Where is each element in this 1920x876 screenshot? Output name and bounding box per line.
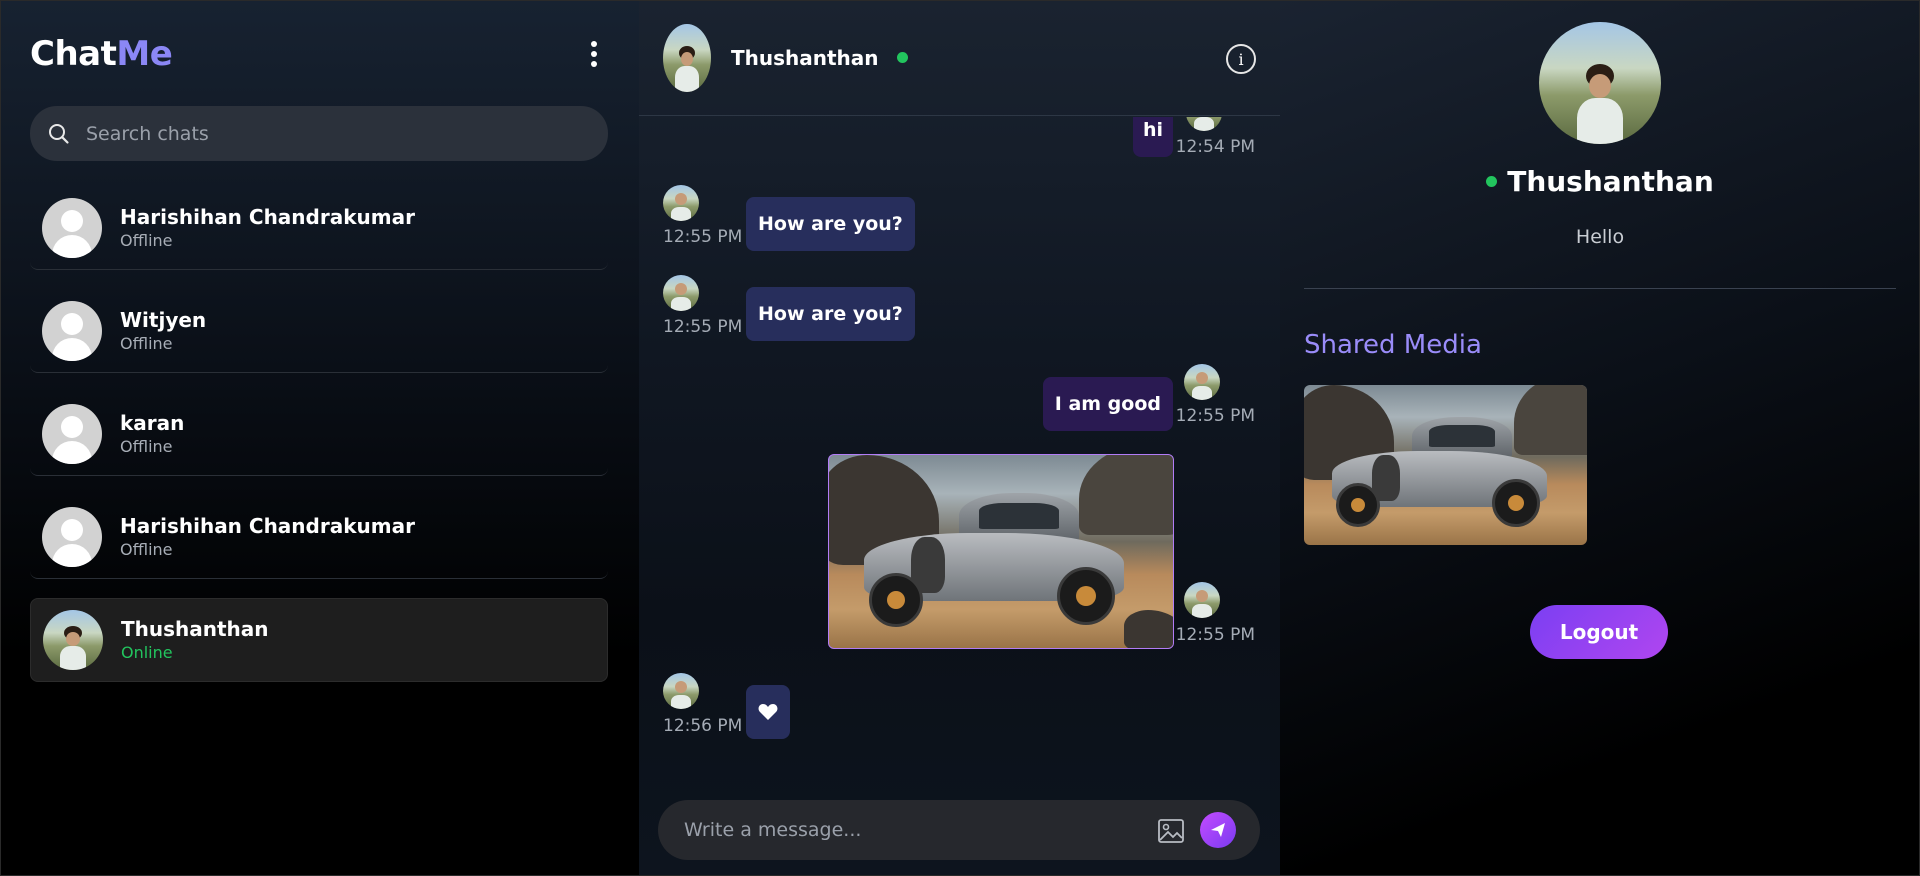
- sender-avatar: [1184, 364, 1220, 400]
- message-time: 12:56 PM: [663, 716, 743, 736]
- sender-avatar: [1186, 117, 1222, 131]
- brand-row: ChatMe: [30, 30, 609, 78]
- user-photo-avatar[interactable]: [663, 23, 711, 92]
- chat-list-item-active[interactable]: Thushanthan Online: [30, 598, 608, 682]
- sender-avatar: [663, 185, 699, 221]
- message-time: 12:55 PM: [1175, 625, 1255, 645]
- divider: [1304, 288, 1896, 289]
- profile-bio: Hello: [1575, 226, 1625, 248]
- sidebar: ChatMe Harishihan Chandrakumar Offline: [0, 0, 639, 876]
- profile-panel: Thushanthan Hello Shared Media Logout: [1280, 0, 1920, 876]
- chat-name: Harishihan Chandrakumar: [120, 513, 415, 538]
- chat-app: ChatMe Harishihan Chandrakumar Offline: [0, 0, 1920, 876]
- chat-list-item[interactable]: Harishihan Chandrakumar Offline: [30, 495, 608, 579]
- online-status-dot: [896, 52, 908, 63]
- chat-status: Offline: [120, 230, 173, 250]
- default-avatar-icon: [42, 300, 102, 361]
- default-avatar-icon: [42, 403, 102, 464]
- logo-main: Chat: [30, 34, 117, 74]
- sender-avatar: [663, 275, 699, 311]
- profile-name-row: Thushanthan: [1280, 165, 1920, 198]
- online-status-dot: [1486, 176, 1498, 187]
- message-bubble-outgoing: hi: [1132, 117, 1173, 157]
- search-icon: [49, 123, 69, 144]
- chat-status: Offline: [120, 539, 173, 559]
- shared-media-title: Shared Media: [1304, 330, 1482, 360]
- conversation-panel: Thushanthan i hi 12:54 PM 12:55 PM How a…: [639, 0, 1280, 876]
- profile-name: Thushanthan: [1507, 165, 1714, 198]
- message-time: 12:55 PM: [663, 227, 743, 247]
- app-logo: ChatMe: [30, 34, 173, 74]
- message-bubble-incoming: How are you?: [746, 287, 915, 341]
- chat-status: Online: [121, 643, 173, 662]
- search-bar: [30, 106, 608, 161]
- sender-avatar: [1184, 582, 1220, 618]
- conversation-title: Thushanthan: [731, 45, 879, 70]
- shared-media-thumbnail[interactable]: [1304, 385, 1587, 545]
- kebab-menu-icon[interactable]: [579, 34, 609, 74]
- info-icon[interactable]: i: [1226, 44, 1256, 74]
- chat-name: Thushanthan: [121, 617, 269, 641]
- chat-list-item[interactable]: Witjyen Offline: [30, 289, 608, 373]
- default-avatar-icon: [42, 506, 102, 567]
- user-photo-avatar: [43, 610, 103, 670]
- message-bubble-outgoing: I am good: [1042, 377, 1173, 431]
- sender-avatar: [663, 673, 699, 709]
- message-bubble-incoming: How are you?: [746, 197, 915, 251]
- heart-reaction-bubble: [746, 685, 790, 739]
- heart-icon: [758, 704, 778, 720]
- chat-list-item[interactable]: Harishihan Chandrakumar Offline: [30, 186, 608, 270]
- chat-status: Offline: [120, 436, 173, 456]
- search-input[interactable]: [84, 121, 568, 146]
- vintage-car-image[interactable]: [828, 454, 1174, 649]
- chat-list-item[interactable]: karan Offline: [30, 392, 608, 476]
- chat-name: Witjyen: [120, 307, 207, 332]
- message-composer: [658, 800, 1260, 860]
- image-upload-icon[interactable]: [1156, 816, 1186, 846]
- default-avatar-icon: [42, 197, 102, 258]
- chat-list: Harishihan Chandrakumar Offline Witjyen …: [30, 186, 608, 701]
- profile-photo-avatar: [1539, 22, 1661, 144]
- chat-name: karan: [120, 410, 185, 435]
- logo-accent: Me: [116, 34, 173, 74]
- message-time: 12:55 PM: [663, 317, 743, 337]
- send-icon: [1211, 823, 1225, 837]
- message-time: 12:54 PM: [1175, 137, 1255, 157]
- conversation-header: Thushanthan i: [639, 0, 1280, 116]
- logout-button[interactable]: Logout: [1530, 605, 1668, 659]
- message-input[interactable]: [682, 818, 1146, 842]
- message-time: 12:55 PM: [1175, 406, 1255, 426]
- chat-name: Harishihan Chandrakumar: [120, 204, 415, 229]
- send-button[interactable]: [1200, 812, 1236, 848]
- message-list: hi 12:54 PM 12:55 PM How are you? 12:55 …: [639, 117, 1280, 777]
- chat-status: Offline: [120, 333, 173, 353]
